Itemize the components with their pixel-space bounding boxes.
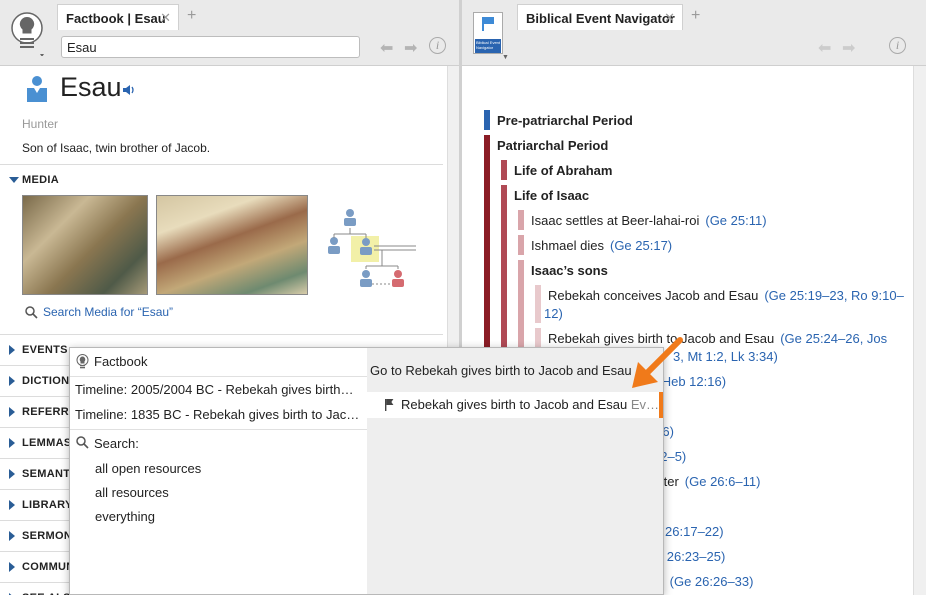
timeline-item-reference-cont[interactable]: 12) — [544, 306, 563, 321]
section-media-label: MEDIA — [22, 174, 59, 186]
goto-event-suffix: Ev… — [630, 397, 659, 412]
media-image-2[interactable] — [156, 195, 308, 295]
tab-factbook-label: Factbook | Esau — [66, 11, 166, 26]
context-menu: Factbook Timeline: 2005/2004 BC - Rebeka… — [69, 347, 664, 595]
timeline-bar — [535, 285, 541, 323]
expand-triangle-icon — [9, 376, 15, 386]
section-label: LEMMAS — [22, 437, 72, 449]
section-media[interactable]: MEDIA — [0, 164, 443, 195]
timeline-item[interactable]: Patriarchal Period — [497, 138, 608, 153]
timeline-item[interactable]: Isaac’s sons — [531, 263, 608, 278]
goto-header: Go to Rebekah gives birth to Jacob and E… — [370, 363, 632, 378]
section-label: EVENTS — [22, 344, 68, 356]
timeline-item-reference[interactable]: (Ge 25:17) — [610, 238, 672, 253]
search-media-link[interactable]: Search Media for “Esau” — [43, 305, 173, 319]
forward-arrow-icon[interactable]: ➡ — [404, 38, 417, 58]
timeline-item-reference[interactable]: (Ge 25:11) — [705, 213, 766, 228]
timeline-item-reference[interactable]: (Ge 25:19–23, Ro 9:10– — [764, 288, 904, 303]
search-option-open-resources[interactable]: all open resources — [95, 461, 201, 476]
timeline-item-label: Ishmael dies — [531, 238, 604, 253]
timeline-item-label: Pre-patriarchal Period — [497, 113, 633, 128]
divider — [70, 429, 367, 430]
event-navigator-scrollbar[interactable] — [913, 66, 926, 595]
back-arrow-icon[interactable]: ⬅ — [380, 38, 393, 58]
family-tree-diagram[interactable] — [322, 200, 418, 296]
timeline-item[interactable]: Pre-patriarchal Period — [497, 113, 633, 128]
timeline-item[interactable]: Life of Isaac — [514, 188, 589, 203]
info-icon[interactable]: i — [889, 37, 906, 54]
close-icon[interactable]: ✕ — [160, 10, 171, 26]
add-tab-icon[interactable]: + — [187, 7, 196, 25]
timeline-item-reference[interactable]: (Ge 26:6–11) — [685, 474, 761, 489]
speaker-icon[interactable] — [122, 83, 136, 102]
expand-triangle-icon — [9, 438, 15, 448]
timeline-item-reference-cont[interactable]: 3, Mt 1:2, Lk 3:34) — [673, 349, 778, 364]
section-label: COMMUN — [22, 561, 75, 573]
search-option-everything[interactable]: everything — [95, 509, 155, 524]
search-icon — [25, 306, 38, 324]
timeline-bar — [484, 110, 490, 130]
expand-triangle-icon — [9, 531, 15, 541]
search-label: Search: — [94, 436, 139, 451]
event-navigator-thumbnail-icon[interactable]: Biblical Event Navigator — [473, 12, 503, 54]
menu-item-timeline-2[interactable]: Timeline: 1835 BC - Rebekah gives birth … — [70, 407, 367, 422]
search-option-all-resources[interactable]: all resources — [95, 485, 169, 500]
timeline-item[interactable]: Life of Abraham — [514, 163, 612, 178]
menu-item-timeline-1[interactable]: Timeline: 2005/2004 BC - Rebekah gives b… — [70, 382, 367, 397]
timeline-item[interactable]: Isaac settles at Beer-lahai-roi (Ge 25:11… — [531, 213, 767, 228]
factbook-header: Factbook | Esau ✕ + ⬅ ➡ i — [0, 0, 459, 66]
timeline-item[interactable]: Rebekah conceives Jacob and Esau (Ge 25:1… — [548, 288, 904, 303]
timeline-item-reference[interactable]: (Ge 26:26–33) — [670, 574, 754, 589]
forward-arrow-icon[interactable]: ➡ — [842, 38, 855, 58]
expand-triangle-icon — [9, 177, 19, 183]
timeline-item-label: Life of Abraham — [514, 163, 613, 178]
tab-event-navigator[interactable]: Biblical Event Navigator ✕ — [517, 4, 683, 30]
section-label: SEMANTI — [22, 468, 74, 480]
factbook-search-input[interactable] — [61, 36, 360, 58]
expand-triangle-icon — [9, 500, 15, 510]
close-icon[interactable]: ✕ — [664, 10, 675, 26]
goto-event-item[interactable]: Rebekah gives birth to Jacob and Esau Ev… — [367, 392, 659, 418]
selection-marker — [659, 392, 663, 418]
flag-icon — [384, 398, 395, 416]
info-icon[interactable]: i — [429, 37, 446, 54]
entity-description: Son of Isaac, twin brother of Jacob. — [22, 141, 211, 155]
person-icon — [26, 75, 48, 103]
timeline-item-label: Life of Isaac — [514, 188, 590, 203]
tab-factbook[interactable]: Factbook | Esau ✕ — [57, 4, 179, 30]
expand-triangle-icon — [9, 407, 15, 417]
timeline-item-reference[interactable]: (Ge 25:24–26, Jos — [780, 331, 887, 346]
thumbnail-label: Biblical Event Navigator — [475, 39, 501, 53]
factbook-app-icon[interactable] — [10, 10, 44, 57]
timeline-item-label: Rebekah conceives Jacob and Esau — [548, 288, 759, 303]
goto-event-label: Rebekah gives birth to Jacob and Esau — [401, 397, 628, 412]
timeline-item-label: Patriarchal Period — [497, 138, 609, 153]
add-tab-icon[interactable]: + — [691, 7, 700, 25]
context-menu-header: Factbook — [94, 354, 148, 369]
entity-title: Esau — [60, 72, 122, 102]
back-arrow-icon[interactable]: ⬅ — [818, 38, 831, 58]
timeline-bar — [518, 235, 524, 255]
annotation-arrow-icon — [626, 336, 684, 394]
thumbnail-dropdown-icon[interactable]: ▼ — [502, 54, 509, 61]
search-icon — [76, 436, 89, 454]
timeline-item[interactable]: Ishmael dies (Ge 25:17) — [531, 238, 672, 253]
expand-triangle-icon — [9, 562, 15, 572]
timeline-item-label: Isaac’s sons — [531, 263, 608, 278]
entity-subtitle: Hunter — [22, 117, 59, 131]
timeline-item-label: Isaac settles at Beer-lahai-roi — [531, 213, 700, 228]
context-menu-right-column: Go to Rebekah gives birth to Jacob and E… — [367, 348, 663, 594]
section-label: LIBRARY — [22, 499, 73, 511]
media-image-1[interactable] — [22, 195, 148, 295]
expand-triangle-icon — [9, 345, 15, 355]
timeline-bar — [518, 210, 524, 230]
event-navigator-header: Biblical Event Navigator ▼ Biblical Even… — [462, 0, 926, 66]
context-menu-left-column: Factbook Timeline: 2005/2004 BC - Rebeka… — [70, 348, 367, 594]
tab-event-navigator-label: Biblical Event Navigator — [526, 11, 675, 26]
timeline-bar — [501, 160, 507, 180]
divider — [70, 376, 367, 377]
factbook-small-icon — [76, 354, 89, 374]
expand-triangle-icon — [9, 469, 15, 479]
timeline-item[interactable]: Rebekah gives birth to Jacob and Esau (Ge… — [548, 331, 887, 346]
